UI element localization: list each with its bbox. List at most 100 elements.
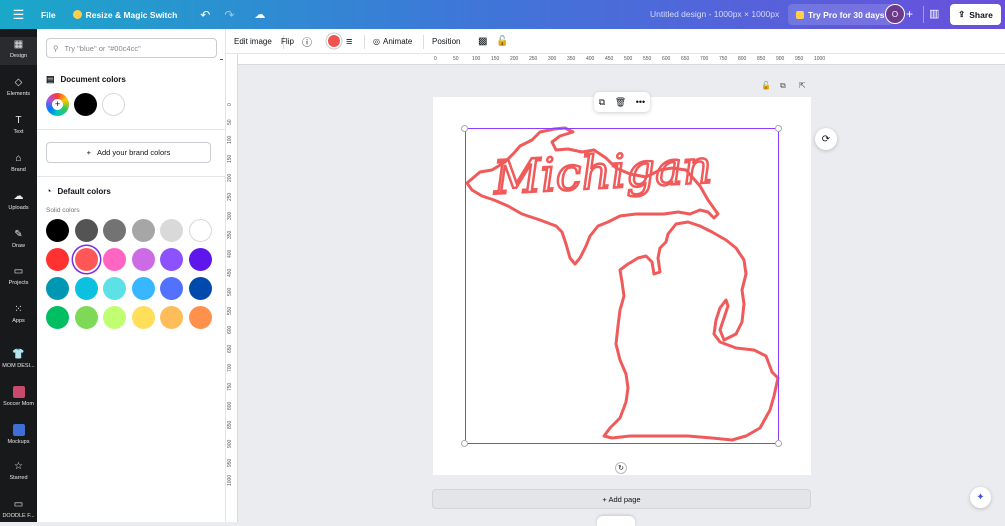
lock-icon[interactable]: 🔓	[496, 29, 508, 54]
avatar[interactable]: O	[885, 4, 905, 24]
flip-button[interactable]: Flip	[281, 29, 294, 54]
ruler-tick-label: 50	[453, 56, 459, 62]
file-menu[interactable]: File	[41, 10, 56, 20]
color-swatch[interactable]	[74, 277, 98, 300]
add-color-button[interactable]: +	[46, 93, 69, 116]
add-brand-colors-button[interactable]: + Add your brand colors	[46, 142, 211, 163]
color-swatch[interactable]	[131, 306, 155, 329]
sidebar-item-draw[interactable]: ✎ Draw	[0, 229, 37, 249]
ruler-tick-label: 500	[227, 287, 233, 296]
add-page-icon[interactable]: ⇱	[799, 81, 806, 90]
trash-icon[interactable]: 🗑	[615, 97, 626, 108]
color-swatch[interactable]	[74, 248, 98, 271]
color-swatch[interactable]	[189, 306, 212, 329]
resize-handle[interactable]	[461, 125, 468, 132]
resize-handle[interactable]	[775, 440, 782, 447]
transparency-icon[interactable]: ▩	[478, 29, 487, 54]
ruler-tick-label: 850	[757, 56, 766, 62]
sidebar-item-label: Soccer Mom	[3, 401, 34, 407]
ruler-tick-label: 300	[548, 56, 557, 62]
color-swatch[interactable]	[160, 306, 184, 329]
position-button[interactable]: Position	[432, 29, 460, 54]
color-swatch[interactable]	[189, 277, 212, 300]
resize-button[interactable]: Resize & Magic Switch	[72, 10, 177, 20]
stroke-color-button[interactable]	[328, 35, 340, 47]
vertical-ruler: 0 50 100 150 200 250 300 350 400 450 500 550 600 650 7…	[226, 54, 238, 522]
share-button[interactable]: ⇪ Share	[950, 4, 1001, 25]
scroll-indicator	[220, 59, 223, 60]
color-swatch[interactable]	[46, 248, 69, 271]
color-swatch[interactable]	[131, 248, 155, 271]
refresh-comment-icon[interactable]: ⟳	[815, 128, 837, 150]
add-collaborator-icon[interactable]: +	[906, 7, 913, 21]
color-search-input[interactable]: ⚲ Try "blue" or "#00c4cc"	[46, 38, 217, 58]
line-weight-icon[interactable]: ≡	[346, 29, 352, 54]
cloud-save-icon[interactable]: ☁	[254, 8, 265, 21]
sidebar-item-projects[interactable]: ▭ Projects	[0, 266, 37, 286]
more-icon[interactable]: •••	[636, 97, 645, 107]
menu-icon[interactable]: ☰	[0, 7, 37, 23]
magic-assistant-icon[interactable]: ✦	[970, 487, 991, 508]
sidebar-item-mom-design[interactable]: 👕 MOM DESI...	[0, 349, 37, 369]
insights-icon[interactable]: ▥	[929, 7, 939, 20]
try-pro-button[interactable]: Try Pro for 30 days	[788, 4, 893, 25]
document-colors-title: Document colors	[60, 75, 126, 84]
color-swatch[interactable]	[46, 306, 69, 329]
duplicate-page-icon[interactable]: ⧉	[780, 81, 786, 91]
ruler-tick-label: 350	[567, 56, 576, 62]
sidebar-item-elements[interactable]: ◇ Elements	[0, 77, 37, 97]
document-color-swatch[interactable]	[74, 93, 97, 116]
rotate-handle-icon[interactable]: ↻	[615, 462, 627, 474]
color-swatch[interactable]	[103, 277, 127, 300]
palette-icon: ◔	[46, 186, 52, 196]
animate-button[interactable]: ◎ Animate	[373, 29, 412, 54]
sidebar-item-brand[interactable]: ⌂ Brand	[0, 153, 37, 173]
resize-handle[interactable]	[775, 125, 782, 132]
color-swatch[interactable]	[103, 219, 127, 242]
ruler-tick-label: 350	[227, 230, 233, 239]
color-swatch[interactable]	[131, 277, 155, 300]
divider	[364, 35, 365, 49]
color-swatch[interactable]	[131, 219, 155, 242]
color-swatch[interactable]	[160, 248, 184, 271]
info-icon[interactable]: ⓘ	[302, 29, 312, 54]
ruler-tick-label: 300	[227, 211, 233, 220]
lock-page-icon[interactable]: 🔓	[761, 81, 771, 90]
ruler-tick-label: 1000	[227, 474, 233, 486]
sidebar-item-apps[interactable]: ⁙ Apps	[0, 304, 37, 324]
ruler-tick-label: 950	[227, 458, 233, 467]
ruler-tick-label: 100	[472, 56, 481, 62]
sidebar-item-text[interactable]: T Text	[0, 115, 37, 135]
selection-box[interactable]	[465, 128, 779, 444]
color-swatch[interactable]	[46, 219, 69, 242]
color-swatch[interactable]	[103, 248, 127, 271]
color-swatch[interactable]	[189, 219, 212, 242]
redo-icon[interactable]: ↷	[224, 8, 234, 22]
color-swatch[interactable]	[160, 219, 184, 242]
sidebar-item-doodle[interactable]: ▭ DOODLE F...	[0, 499, 37, 519]
ruler-tick-label: 150	[491, 56, 500, 62]
color-swatch[interactable]	[103, 306, 127, 329]
sidebar-item-soccer-mom[interactable]: Soccer Mom	[0, 386, 37, 407]
sidebar-item-mockups[interactable]: Mockups	[0, 424, 37, 445]
sidebar-item-design[interactable]: ▦ Design	[0, 37, 37, 65]
folder-icon: ▭	[13, 499, 24, 510]
ruler-tick-label: 200	[227, 173, 233, 182]
color-swatch[interactable]	[160, 277, 184, 300]
sidebar-item-uploads[interactable]: ☁ Uploads	[0, 191, 37, 211]
color-swatch[interactable]	[74, 219, 98, 242]
edit-image-button[interactable]: Edit image	[234, 29, 272, 54]
elements-icon: ◇	[14, 77, 23, 88]
color-swatch[interactable]	[74, 306, 98, 329]
add-page-button[interactable]: + Add page	[432, 489, 811, 509]
design-title[interactable]: Untitled design - 1000px × 1000px	[650, 9, 779, 19]
copy-icon[interactable]: ⧉	[599, 97, 605, 108]
resize-handle[interactable]	[461, 440, 468, 447]
sidebar-item-starred[interactable]: ☆ Starred	[0, 461, 37, 481]
color-swatch[interactable]	[46, 277, 69, 300]
document-color-swatch[interactable]	[102, 93, 125, 116]
undo-icon[interactable]: ↶	[200, 8, 210, 22]
color-swatch[interactable]	[189, 248, 212, 271]
expand-pages-handle[interactable]	[597, 516, 635, 526]
ruler-tick-label: 450	[605, 56, 614, 62]
